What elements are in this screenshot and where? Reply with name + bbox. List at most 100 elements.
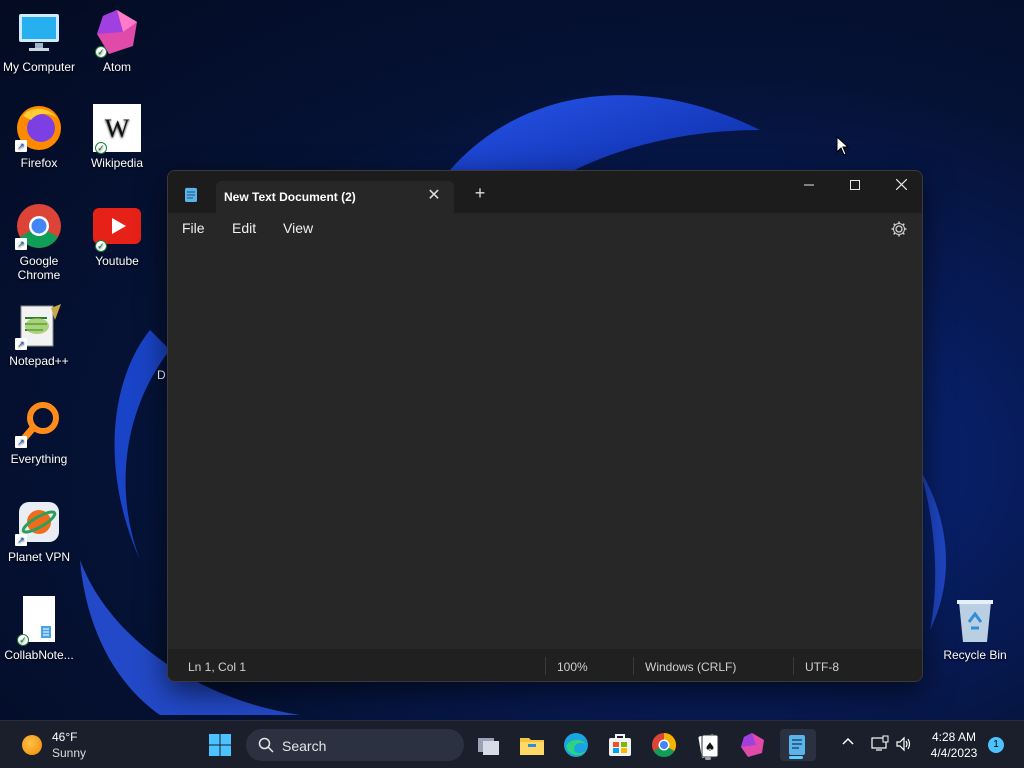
title-bar[interactable]: New Text Document (2) ✕ + <box>168 171 922 213</box>
close-window-button[interactable] <box>878 171 922 201</box>
shortcut-arrow-icon: ↗ <box>15 140 27 152</box>
monitor-icon <box>15 8 63 56</box>
taskbar-file-explorer[interactable] <box>516 729 548 761</box>
desktop-icon-youtube[interactable]: ✓ Youtube <box>78 202 156 268</box>
desktop-icon-everything[interactable]: ↗ Everything <box>0 400 78 466</box>
taskbar-notepad[interactable] <box>780 729 816 761</box>
menu-edit[interactable]: Edit <box>232 220 256 236</box>
desktop-icon-google-chrome[interactable]: ↗ Google Chrome <box>0 202 78 282</box>
notepad-plus-plus-icon: ↗ <box>15 302 63 350</box>
shortcut-arrow-icon: ↗ <box>15 338 27 350</box>
edge-icon <box>564 733 588 757</box>
sync-check-icon: ✓ <box>17 634 29 646</box>
planet-vpn-icon: ↗ <box>15 498 63 546</box>
encoding[interactable]: UTF-8 <box>805 660 839 674</box>
taskbar-chrome[interactable] <box>648 729 680 761</box>
network-icon[interactable] <box>870 735 890 755</box>
taskbar-solitaire[interactable]: ♠ <box>692 729 724 761</box>
weather-widget[interactable]: 46°F Sunny <box>14 729 124 761</box>
line-ending[interactable]: Windows (CRLF) <box>645 660 736 674</box>
task-view-button[interactable] <box>472 729 504 761</box>
sun-icon <box>22 735 42 755</box>
desktop-icon-label: Youtube <box>95 254 139 268</box>
desktop-icon-label: CollabNote... <box>4 648 74 662</box>
mouse-cursor-icon <box>836 136 850 156</box>
notepad-window[interactable]: New Text Document (2) ✕ + File Edit View… <box>167 170 923 682</box>
document-icon: ✓ <box>15 596 63 646</box>
desktop-icon-my-computer[interactable]: My Computer <box>0 8 78 74</box>
desktop-icon-label: Firefox <box>20 156 58 170</box>
status-divider <box>545 657 546 675</box>
search-icon <box>258 737 274 753</box>
running-indicator <box>705 757 711 760</box>
cursor-position: Ln 1, Col 1 <box>188 660 247 674</box>
recycle-bin-icon <box>951 596 999 644</box>
maximize-button[interactable] <box>832 171 878 201</box>
desktop-icon-label: Recycle Bin <box>943 648 1007 662</box>
chrome-icon <box>652 733 677 758</box>
desktop-icon-label: Wikipedia <box>90 156 144 170</box>
taskbar-search-box[interactable]: Search <box>246 729 464 761</box>
volume-icon[interactable] <box>894 735 914 755</box>
store-icon <box>609 734 631 756</box>
desktop-icon-firefox[interactable]: ↗ Firefox <box>0 104 78 170</box>
status-bar: Ln 1, Col 1 100% Windows (CRLF) UTF-8 <box>168 649 922 681</box>
taskbar: 46°F Sunny Search ♠ 4:28 AM 4/4/2023 1 <box>0 720 1024 768</box>
clock-date: 4/4/2023 <box>930 746 978 760</box>
zoom-level[interactable]: 100% <box>557 660 588 674</box>
desktop-icon-label: Planet VPN <box>7 550 71 564</box>
sync-check-icon: ✓ <box>95 46 107 58</box>
sync-check-icon: ✓ <box>95 240 107 252</box>
youtube-icon: ✓ <box>93 202 141 252</box>
menu-file[interactable]: File <box>182 220 205 236</box>
atom-icon: ✓ <box>93 8 141 58</box>
status-divider <box>633 657 634 675</box>
folder-icon <box>520 738 544 755</box>
shortcut-arrow-icon: ↗ <box>15 436 27 448</box>
desktop-icon-recycle-bin[interactable]: Recycle Bin <box>936 596 1014 662</box>
svg-text:W: W <box>105 114 130 143</box>
desktop-icon-label: Google Chrome <box>17 254 61 282</box>
chrome-icon: ↗ <box>15 202 63 250</box>
settings-gear-icon[interactable] <box>890 220 908 238</box>
menu-view[interactable]: View <box>283 220 313 236</box>
task-view-icon <box>478 738 499 755</box>
close-tab-icon[interactable]: ✕ <box>426 187 442 205</box>
notepad-app-icon <box>184 187 198 203</box>
atom-icon <box>741 733 764 757</box>
desktop-icon-label: Notepad++ <box>9 354 69 368</box>
shortcut-arrow-icon: ↗ <box>15 534 27 546</box>
show-hidden-icons-chevron-up-icon[interactable] <box>838 735 858 755</box>
add-tab-button[interactable]: + <box>470 183 490 203</box>
desktop-icon-atom[interactable]: ✓ Atom <box>78 8 156 74</box>
clock-time: 4:28 AM <box>931 730 977 744</box>
wikipedia-icon: W ✓ <box>93 104 141 154</box>
desktop-icon-notepad-plus-plus[interactable]: ↗ Notepad++ <box>0 302 78 368</box>
desktop-icon-label: My Computer <box>2 60 76 74</box>
desktop-icon-collabnote[interactable]: ✓ CollabNote... <box>0 596 78 662</box>
desktop-partial-label: D <box>157 368 166 382</box>
active-app-indicator <box>789 756 803 759</box>
desktop-icon-label: Everything <box>10 452 68 466</box>
tab-document[interactable]: New Text Document (2) ✕ <box>216 181 454 213</box>
desktop-icon-label: Atom <box>102 60 131 74</box>
desktop-icon-wikipedia[interactable]: W ✓ Wikipedia <box>78 104 156 170</box>
minimize-button[interactable] <box>786 171 832 201</box>
status-divider <box>793 657 794 675</box>
desktop-icon-planet-vpn[interactable]: ↗ Planet VPN <box>0 498 78 564</box>
shortcut-arrow-icon: ↗ <box>15 238 27 250</box>
windows-logo-icon <box>209 734 231 756</box>
text-editor-area[interactable] <box>168 245 922 649</box>
sync-check-icon: ✓ <box>95 142 107 154</box>
notification-badge[interactable]: 1 <box>988 737 1004 753</box>
weather-condition: Sunny <box>52 746 87 760</box>
search-label: Search <box>282 738 327 754</box>
weather-temperature: 46°F <box>52 730 78 744</box>
start-button[interactable] <box>204 729 236 761</box>
menu-bar: File Edit View <box>168 213 922 245</box>
taskbar-atom[interactable] <box>736 729 768 761</box>
taskbar-clock[interactable]: 4:28 AM 4/4/2023 <box>924 729 984 761</box>
everything-search-icon: ↗ <box>15 400 63 448</box>
taskbar-edge[interactable] <box>560 729 592 761</box>
taskbar-store[interactable] <box>604 729 636 761</box>
